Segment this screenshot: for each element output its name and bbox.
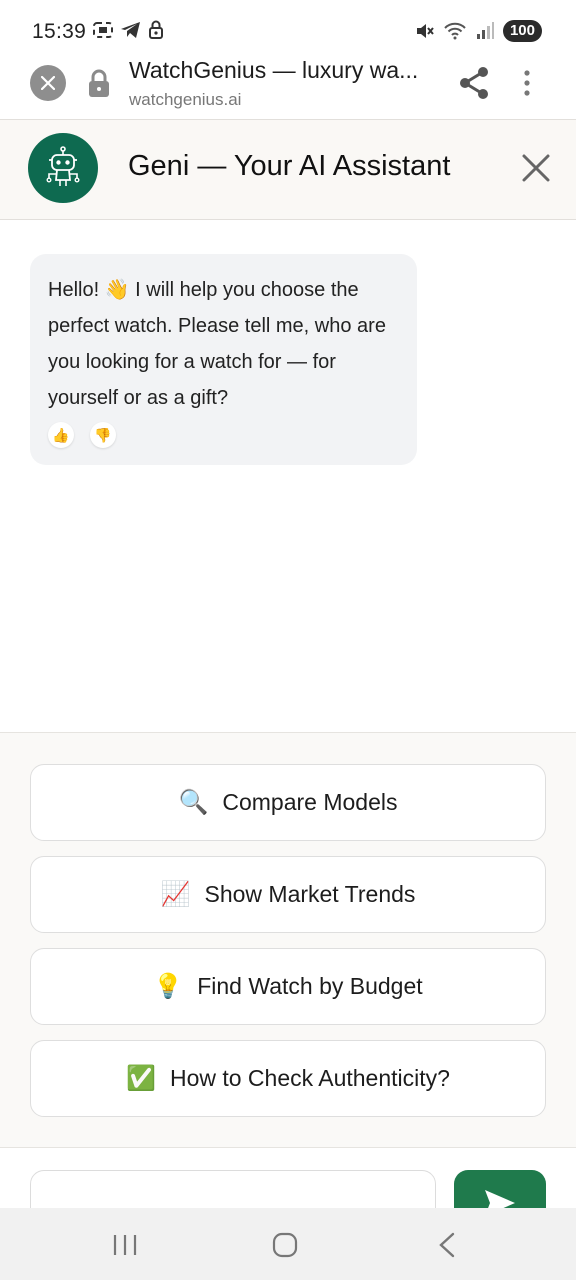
lock-icon xyxy=(149,20,163,39)
suggestion-find-by-budget[interactable]: 💡 Find Watch by Budget xyxy=(30,948,546,1025)
wifi-icon xyxy=(444,22,466,40)
battery-indicator: 100 xyxy=(502,20,542,42)
lightbulb-icon: 💡 xyxy=(153,973,184,1000)
suggestions-panel: 🔍 Compare Models 📈 Show Market Trends 💡 … xyxy=(0,732,576,1148)
suggestion-market-trends[interactable]: 📈 Show Market Trends xyxy=(30,856,546,933)
suggestion-check-authenticity[interactable]: ✅ How to Check Authenticity? xyxy=(30,1040,546,1117)
close-icon xyxy=(41,76,55,90)
close-tab-button[interactable] xyxy=(30,65,66,101)
suggestion-label: Find Watch by Budget xyxy=(197,973,423,999)
home-icon[interactable] xyxy=(272,1232,298,1258)
secure-lock-icon[interactable] xyxy=(88,68,110,98)
message-text: Hello! 👋 I will help you choose the perf… xyxy=(48,279,386,409)
telegram-icon xyxy=(121,22,140,38)
assistant-title: Geni — Your AI Assistant xyxy=(128,150,451,182)
recents-icon[interactable] xyxy=(112,1233,138,1257)
assistant-avatar xyxy=(28,133,98,203)
system-nav-bar xyxy=(0,1208,576,1280)
suggestion-label: Show Market Trends xyxy=(204,881,416,907)
check-mark-icon: ✅ xyxy=(126,1065,156,1092)
mute-icon xyxy=(416,24,434,38)
back-icon[interactable] xyxy=(437,1232,457,1258)
signal-icon xyxy=(476,22,494,39)
thumbs-up-button[interactable]: 👍 xyxy=(48,422,74,448)
browser-toolbar: WatchGenius — luxury wa... watchgenius.a… xyxy=(0,52,576,118)
thumbs-down-button[interactable]: 👎 xyxy=(90,422,116,448)
more-options-icon[interactable] xyxy=(522,69,532,99)
chat-header: Geni — Your AI Assistant xyxy=(0,119,576,220)
magnifier-icon: 🔍 xyxy=(178,789,209,816)
chart-up-icon: 📈 xyxy=(160,881,191,908)
suggestion-label: How to Check Authenticity? xyxy=(169,1065,450,1091)
status-time: 15:39 xyxy=(32,20,87,43)
message-feedback: 👍 👎 xyxy=(48,422,116,448)
page-title[interactable]: WatchGenius — luxury wa... xyxy=(129,57,418,84)
screenshot-icon xyxy=(93,22,113,38)
assistant-message: Hello! 👋 I will help you choose the perf… xyxy=(30,254,417,465)
page-url[interactable]: watchgenius.ai xyxy=(129,90,241,110)
suggestion-compare-models[interactable]: 🔍 Compare Models xyxy=(30,764,546,841)
close-chat-icon[interactable] xyxy=(520,152,552,184)
robot-icon xyxy=(46,146,80,186)
suggestion-label: Compare Models xyxy=(222,789,398,815)
share-icon[interactable] xyxy=(458,66,490,100)
